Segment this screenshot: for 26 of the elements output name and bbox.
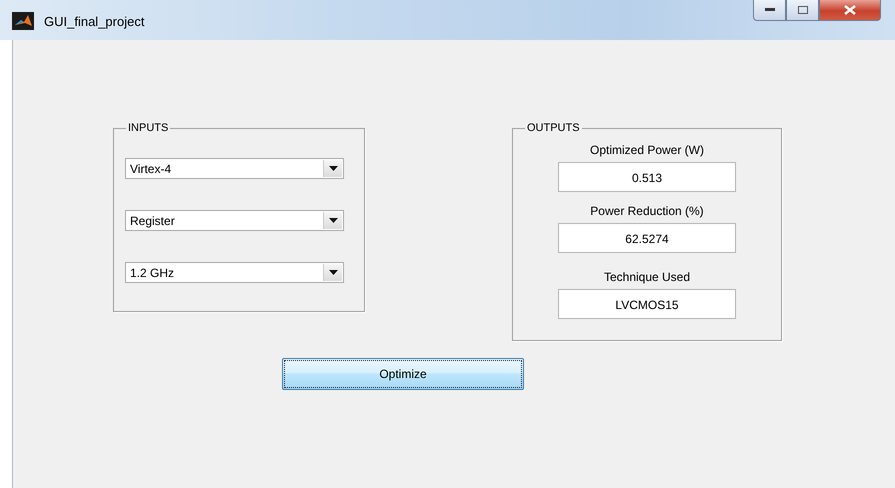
dropdown-arrow-button[interactable] [323, 212, 342, 229]
close-button[interactable] [819, 0, 881, 21]
output-label: Optimized Power (W) [590, 142, 704, 159]
dropdown[interactable]: Virtex-4 [125, 158, 344, 179]
window-title: GUI_final_project [44, 14, 144, 29]
panel-title: INPUTS [127, 122, 170, 134]
caret-icon [328, 166, 338, 171]
output-field: 62.5274 [558, 223, 736, 253]
dropdown-arrow-button[interactable] [323, 264, 342, 281]
minimize-button[interactable] [753, 0, 786, 21]
caret-icon [328, 270, 338, 275]
output-field: LVCMOS15 [558, 289, 736, 319]
dropdown[interactable]: 1.2 GHz [125, 262, 344, 283]
output-label: Power Reduction (%) [590, 203, 704, 220]
caret-icon [328, 218, 338, 223]
output-field: 0.513 [558, 162, 736, 192]
output-label: Technique Used [604, 269, 690, 286]
dropdown-arrow-button[interactable] [323, 160, 342, 177]
close-icon [844, 5, 856, 15]
app-icon [12, 12, 34, 30]
maximize-icon [798, 6, 808, 14]
dropdown[interactable]: Register [125, 210, 344, 231]
maximize-button[interactable] [786, 0, 819, 21]
minimize-icon [764, 8, 774, 12]
panel-title: OUTPUTS [526, 122, 581, 134]
optimize-button[interactable]: Optimize [282, 358, 524, 390]
